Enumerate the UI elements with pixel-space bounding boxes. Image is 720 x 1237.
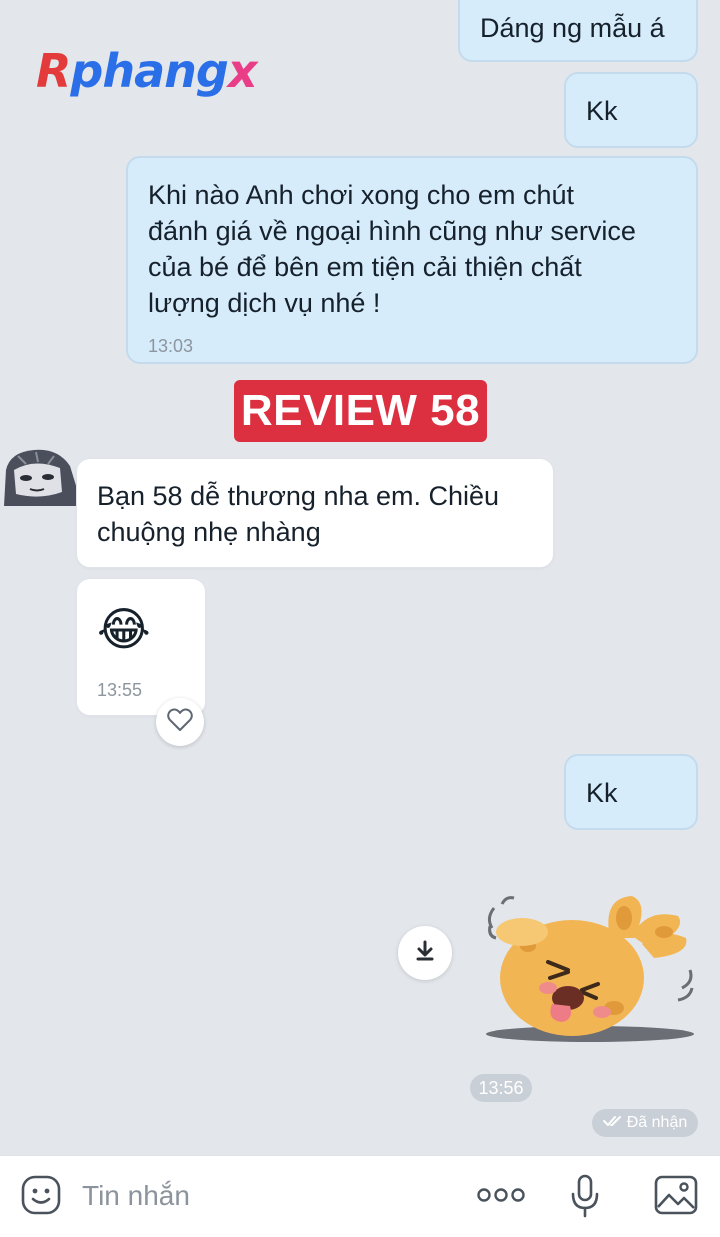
emoji-laughing: 😂	[97, 603, 151, 655]
chat-area[interactable]: Rphangx Dáng ng mẫu á Kk Khi nào Anh chơ…	[0, 0, 720, 1152]
heart-icon	[167, 707, 193, 737]
double-check-icon	[602, 1109, 623, 1137]
message-bubble-outgoing[interactable]: Kk	[564, 754, 698, 830]
message-text: Dáng ng mẫu á	[480, 13, 665, 43]
message-bubble-outgoing[interactable]: Kk	[564, 72, 698, 148]
message-time: 13:55	[97, 680, 143, 700]
microphone-icon	[570, 1174, 600, 1223]
message-text-line: của bé để bên em tiện cải thiện chất	[148, 252, 582, 282]
message-text-line: đánh giá về ngoại hình cũng như service	[148, 216, 636, 246]
download-icon	[413, 939, 437, 968]
avatar[interactable]	[0, 444, 78, 506]
more-dots-icon	[476, 1187, 526, 1208]
delivery-status: Đã nhận	[592, 1109, 698, 1137]
sticker-face-icon	[20, 1174, 62, 1221]
message-text-line: lượng dịch vụ nhé !	[148, 288, 381, 318]
message-bubble-outgoing[interactable]: Khi nào Anh chơi xong cho em chút đánh g…	[126, 156, 698, 364]
message-text-line: chuộng nhẹ nhàng	[97, 517, 321, 547]
message-bubble-incoming[interactable]: Bạn 58 dễ thương nha em. Chiều chuộng nh…	[76, 458, 554, 568]
message-input-bar: Tin nhắn	[0, 1155, 720, 1237]
image-icon	[654, 1175, 698, 1220]
message-text-line: Khi nào Anh chơi xong cho em chút	[148, 180, 574, 210]
message-bubble-incoming[interactable]: 😂 13:55	[76, 578, 206, 716]
sticker-image[interactable]	[482, 888, 702, 1048]
message-time: 13:03	[148, 336, 194, 356]
message-text: Kk	[586, 778, 618, 808]
download-button[interactable]	[398, 926, 452, 980]
review-banner: REVIEW 58	[234, 380, 487, 442]
message-input[interactable]: Tin nhắn	[82, 1178, 190, 1214]
sticker-button[interactable]	[18, 1174, 64, 1220]
message-time: 13:56	[470, 1074, 532, 1102]
message-text-line: Bạn 58 dễ thương nha em. Chiều	[97, 481, 500, 511]
message-bubble-outgoing[interactable]: Dáng ng mẫu á	[458, 0, 698, 62]
status-text: Đã nhận	[626, 1114, 688, 1131]
gallery-button[interactable]	[652, 1174, 700, 1220]
message-text: Kk	[586, 96, 618, 126]
more-button[interactable]	[474, 1180, 528, 1214]
reaction-button[interactable]	[156, 698, 204, 746]
watermark-logo: Rphangx	[36, 44, 257, 98]
voice-button[interactable]	[562, 1174, 608, 1222]
